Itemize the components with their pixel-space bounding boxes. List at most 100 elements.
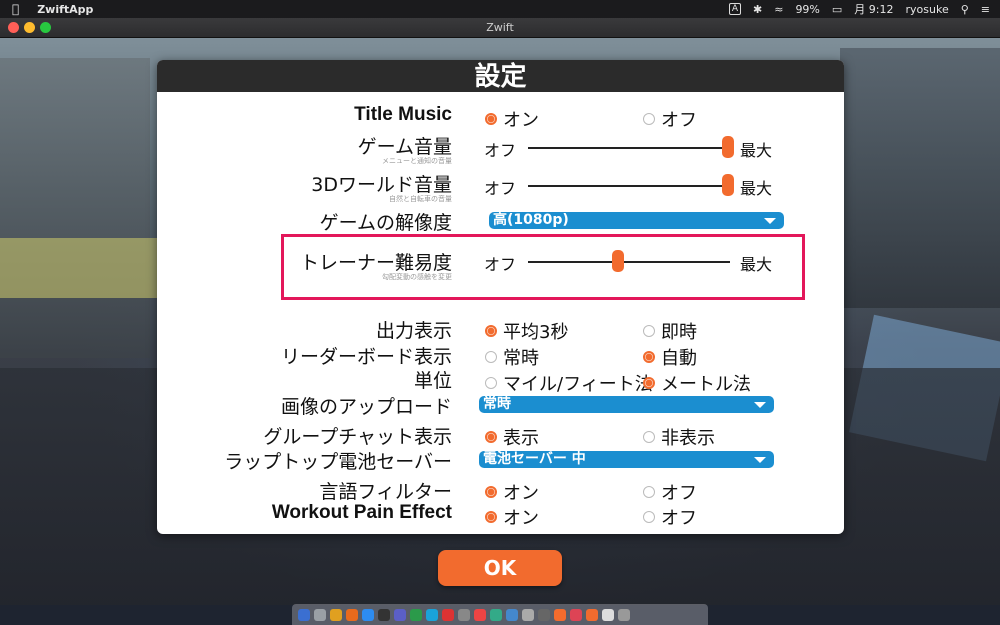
app-icon[interactable]: [426, 608, 438, 621]
dialog-header: 設定: [157, 60, 844, 92]
notification-center-icon[interactable]: ≡: [981, 3, 990, 16]
language-filter-on-radio[interactable]: オン: [485, 479, 539, 505]
building-right: [840, 48, 1000, 308]
leaderboard-always-radio[interactable]: 常時: [485, 344, 539, 370]
app-icon[interactable]: [570, 608, 582, 621]
radio-unselected-icon: [485, 377, 497, 389]
world-volume-min: オフ: [484, 179, 517, 198]
leaderboard-label: リーダーボード表示: [280, 346, 452, 368]
safari-icon[interactable]: [362, 608, 374, 621]
radio-label: マイル/フィート法: [503, 374, 653, 395]
app-icon[interactable]: [442, 608, 454, 621]
resolution-label: ゲームの解像度: [319, 212, 452, 234]
radio-unselected-icon: [643, 431, 655, 443]
battery-percent: 99%: [795, 2, 820, 16]
app-icon[interactable]: [506, 608, 518, 621]
radio-selected-icon: [643, 351, 655, 363]
trash-icon[interactable]: [618, 608, 630, 621]
leaderboard-auto-radio[interactable]: 自動: [643, 344, 697, 370]
radio-selected-icon: [485, 486, 497, 498]
power-display-label: 出力表示: [375, 320, 452, 342]
zwift-icon[interactable]: [586, 608, 598, 621]
game-volume-label: ゲーム音量: [357, 136, 452, 158]
title-music-on-radio[interactable]: オン: [485, 106, 539, 132]
radio-label: 即時: [661, 322, 697, 343]
game-volume-track[interactable]: [528, 147, 730, 149]
image-upload-dropdown[interactable]: 常時: [479, 396, 774, 413]
chevron-down-icon: [764, 218, 776, 224]
wifi-icon[interactable]: ≈: [774, 3, 783, 16]
radio-selected-icon: [643, 377, 655, 389]
radio-label: オン: [503, 483, 539, 504]
firefox-icon[interactable]: [346, 608, 358, 621]
radio-selected-icon: [485, 113, 497, 125]
app-menu[interactable]: ZwiftApp: [37, 3, 93, 16]
bluetooth-icon[interactable]: ✱: [753, 3, 762, 16]
power-3sec-radio[interactable]: 平均3秒: [485, 318, 568, 344]
units-imperial-radio[interactable]: マイル/フィート法: [485, 370, 653, 396]
radio-label: 平均3秒: [503, 322, 569, 343]
finder-icon[interactable]: [298, 608, 310, 621]
spotlight-icon[interactable]: ⚲: [961, 3, 969, 16]
user-name[interactable]: ryosuke: [906, 3, 949, 16]
radio-unselected-icon: [643, 486, 655, 498]
radio-unselected-icon: [643, 325, 655, 337]
input-source-icon[interactable]: A: [728, 3, 741, 15]
apple-menu-icon[interactable]: : [12, 2, 19, 16]
workout-pain-on-radio[interactable]: オン: [485, 504, 539, 530]
language-filter-off-radio[interactable]: オフ: [643, 479, 697, 505]
group-chat-show-radio[interactable]: 表示: [485, 424, 539, 450]
radio-unselected-icon: [643, 511, 655, 523]
world-volume-slider-handle[interactable]: [722, 174, 734, 196]
workout-pain-label: Workout Pain Effect: [271, 502, 452, 523]
resolution-dropdown[interactable]: 高(1080p): [489, 212, 784, 229]
document-icon[interactable]: [602, 608, 614, 621]
units-metric-radio[interactable]: メートル法: [643, 370, 751, 396]
radio-label: オン: [503, 508, 539, 529]
power-instant-radio[interactable]: 即時: [643, 318, 697, 344]
banner-left: [0, 238, 160, 298]
battery-saver-dropdown[interactable]: 電池セーバー 中: [479, 451, 774, 468]
chrome-icon[interactable]: [330, 608, 342, 621]
chevron-down-icon: [754, 457, 766, 463]
world-volume-track[interactable]: [528, 185, 730, 187]
app-icon[interactable]: [490, 608, 502, 621]
game-volume-slider-handle[interactable]: [722, 136, 734, 158]
battery-icon[interactable]: ▭: [832, 3, 842, 16]
world-volume-label: 3Dワールド音量: [311, 174, 452, 196]
app-icon[interactable]: [522, 608, 534, 621]
title-music-off-radio[interactable]: オフ: [643, 106, 697, 132]
terminal-icon[interactable]: [378, 608, 390, 621]
highlight-box: [281, 234, 805, 300]
clock[interactable]: 月 9:12: [854, 1, 893, 17]
app-icon[interactable]: [394, 608, 406, 621]
title-music-label: Title Music: [354, 104, 452, 125]
game-volume-max: 最大: [740, 141, 773, 160]
radio-label: オフ: [661, 110, 697, 131]
group-chat-hide-radio[interactable]: 非表示: [643, 424, 715, 450]
building-left: [0, 58, 150, 358]
game-volume-min: オフ: [484, 141, 517, 160]
app-icon[interactable]: [474, 608, 486, 621]
app-icon[interactable]: [458, 608, 470, 621]
menu-bar:  ZwiftApp A ✱ ≈ 99% ▭ 月 9:12 ryosuke ⚲ …: [0, 0, 1000, 18]
dock: [292, 604, 708, 625]
launchpad-icon[interactable]: [314, 608, 326, 621]
radio-unselected-icon: [485, 351, 497, 363]
resolution-value: 高(1080p): [493, 212, 569, 228]
radio-label: オフ: [661, 483, 697, 504]
zwift-icon[interactable]: [554, 608, 566, 621]
battery-saver-label: ラップトップ電池セーバー: [224, 451, 452, 473]
language-filter-label: 言語フィルター: [319, 481, 452, 503]
radio-label: オフ: [661, 508, 697, 529]
radio-label: 常時: [503, 348, 539, 369]
radio-label: メートル法: [661, 374, 751, 395]
ok-button[interactable]: OK: [438, 550, 562, 586]
radio-label: 非表示: [661, 428, 715, 449]
app-icon[interactable]: [538, 608, 550, 621]
image-upload-value: 常時: [483, 396, 511, 412]
radio-label: オン: [503, 110, 539, 131]
radio-selected-icon: [485, 511, 497, 523]
workout-pain-off-radio[interactable]: オフ: [643, 504, 697, 530]
app-icon[interactable]: [410, 608, 422, 621]
